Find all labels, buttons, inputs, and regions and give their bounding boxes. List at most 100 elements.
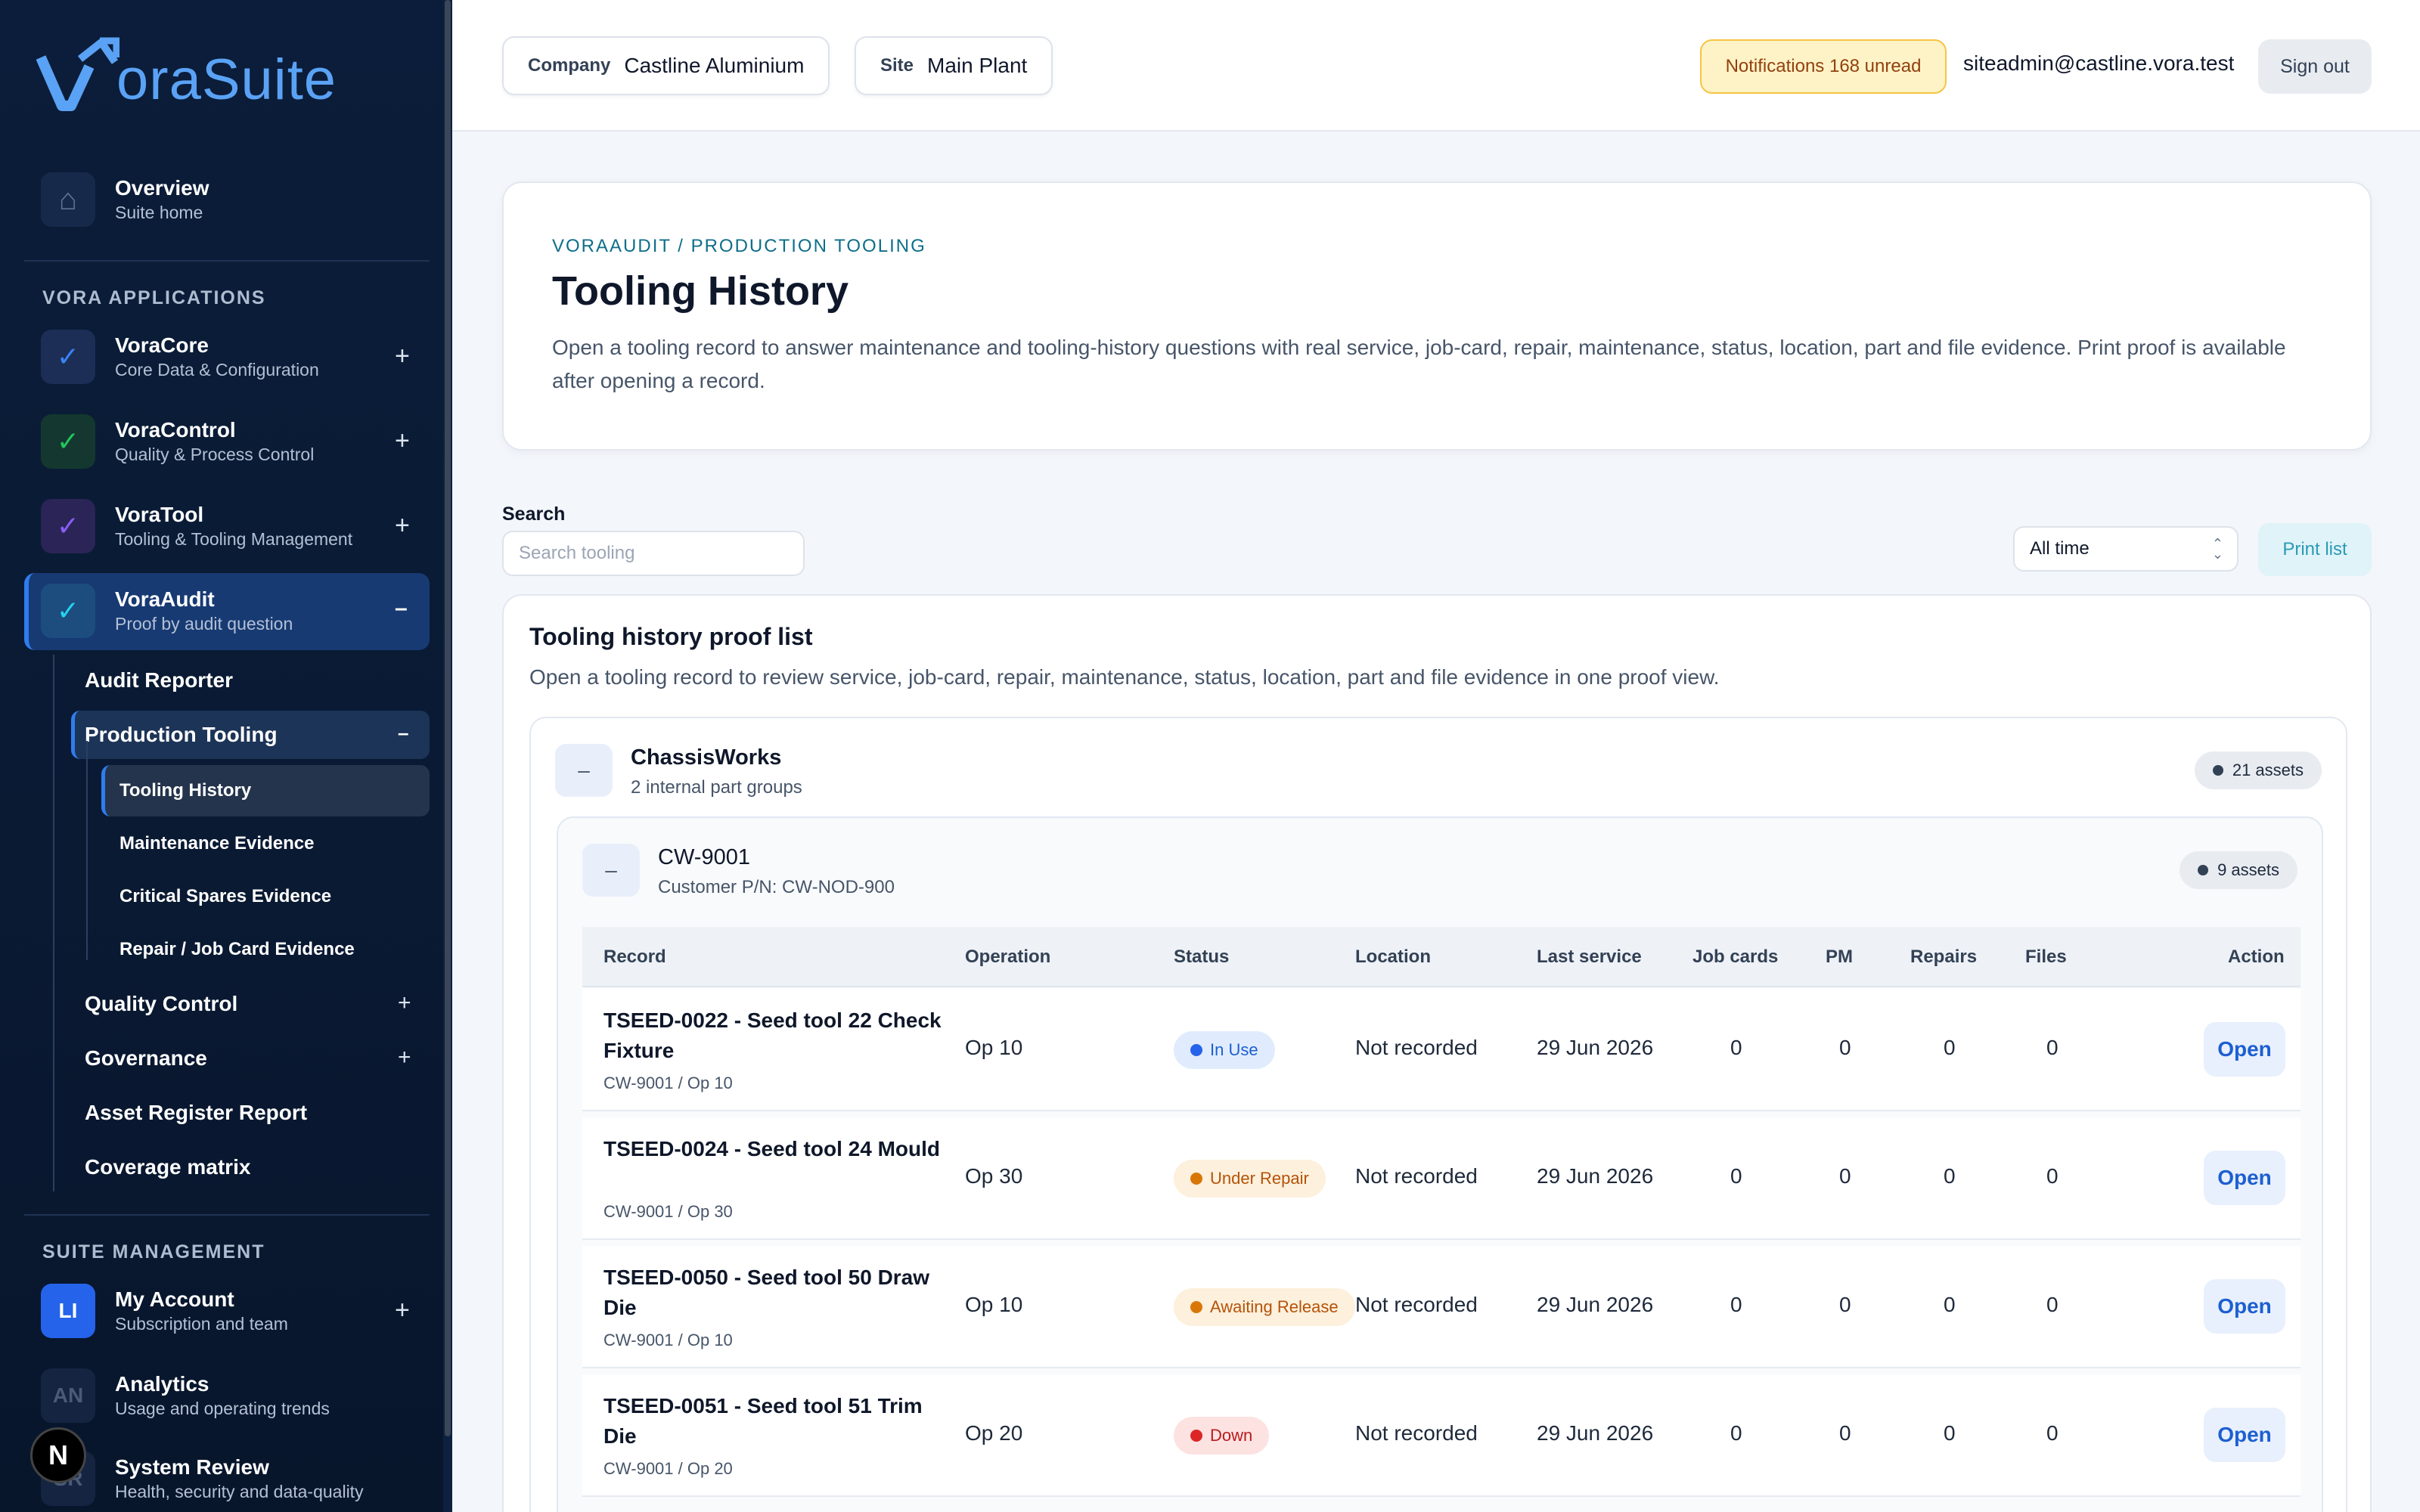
operation-cell: Op 30 — [965, 1164, 1023, 1188]
sidebar-item-production-tooling[interactable]: Production Tooling — [85, 723, 278, 747]
sidebar-scrollbar-thumb[interactable] — [445, 0, 451, 1436]
table-row[interactable]: TSEED-0050 - Seed tool 50 Draw Die CW-900… — [582, 1246, 2301, 1368]
expand-voratool-icon[interactable]: + — [395, 511, 410, 541]
sidebar-item-critical-spares-evidence[interactable]: Critical Spares Evidence — [119, 886, 331, 907]
sign-out-button[interactable]: Sign out — [2258, 39, 2372, 94]
col-repairs[interactable]: Repairs — [1910, 947, 1977, 968]
status-dot-icon — [1190, 1044, 1202, 1056]
open-record-button[interactable]: Open — [2204, 1279, 2285, 1334]
group-subtitle: 2 internal part groups — [631, 777, 802, 798]
company-selector[interactable]: Company Castline Aluminium — [502, 36, 830, 95]
time-range-select[interactable]: All time ⌃ ⌄ — [2013, 526, 2238, 572]
col-last-service[interactable]: Last service — [1537, 947, 1642, 968]
proof-list-card: Tooling history proof list Open a toolin… — [502, 594, 2372, 1512]
col-location[interactable]: Location — [1355, 947, 1431, 968]
open-record-button[interactable]: Open — [2204, 1022, 2285, 1077]
subtree-line-inner — [86, 741, 88, 960]
group-name: ChassisWorks — [631, 745, 782, 770]
notifications-badge[interactable]: Notifications 168 unread — [1700, 39, 1947, 94]
sidebar-item-voracontrol[interactable]: ✓ VoraControl Quality & Process Control — [41, 414, 314, 469]
voraaudit-title: VoraAudit — [115, 587, 215, 611]
sidebar-item-analytics[interactable]: AN Analytics Usage and operating trends — [41, 1368, 330, 1423]
expand-voracore-icon[interactable]: + — [395, 342, 410, 371]
record-title[interactable]: TSEED-0024 - Seed tool 24 Mould — [603, 1134, 959, 1164]
collapse-production-tooling-icon[interactable]: – — [398, 721, 408, 745]
last-service-cell: 29 Jun 2026 — [1537, 1421, 1654, 1445]
site-value: Main Plant — [927, 54, 1028, 77]
open-record-button[interactable]: Open — [2204, 1151, 2285, 1205]
last-service-cell: 29 Jun 2026 — [1537, 1036, 1654, 1059]
expand-voracontrol-icon[interactable]: + — [395, 426, 410, 456]
open-record-button[interactable]: Open — [2204, 1408, 2285, 1462]
proof-list-description: Open a tooling record to review service,… — [529, 665, 1720, 689]
sidebar-item-voraaudit[interactable]: ✓ VoraAudit Proof by audit question — [41, 584, 293, 638]
sidebar-item-repair-job-card-evidence[interactable]: Repair / Job Card Evidence — [119, 939, 355, 960]
sidebar-item-asset-register-report[interactable]: Asset Register Report — [85, 1101, 307, 1125]
sidebar-scrollbar[interactable] — [443, 0, 452, 1512]
repairs-cell: 0 — [1944, 1164, 1956, 1188]
analytics-avatar: AN — [41, 1368, 95, 1423]
sidebar-item-governance[interactable]: Governance — [85, 1046, 207, 1070]
record-title[interactable]: TSEED-0050 - Seed tool 50 Draw Die — [603, 1263, 959, 1323]
record-subtitle: CW-9001 / Op 30 — [603, 1202, 733, 1221]
col-pm[interactable]: PM — [1826, 947, 1853, 968]
collapse-voraaudit-icon[interactable]: – — [395, 596, 408, 621]
check-icon: ✓ — [41, 414, 95, 469]
my-account-avatar: LI — [41, 1284, 95, 1338]
col-status[interactable]: Status — [1174, 947, 1229, 968]
collapse-part-toggle[interactable]: – — [582, 844, 640, 897]
expand-governance-icon[interactable]: + — [398, 1045, 411, 1070]
sidebar-item-maintenance-evidence[interactable]: Maintenance Evidence — [119, 833, 314, 854]
vorasuite-logo[interactable]: oraSuite — [36, 36, 337, 112]
sidebar-item-quality-control[interactable]: Quality Control — [85, 992, 237, 1016]
site-selector[interactable]: Site Main Plant — [855, 36, 1053, 95]
sidebar-item-audit-reporter[interactable]: Audit Reporter — [85, 668, 233, 692]
sidebar-item-system-review[interactable]: SR System Review Health, security and da… — [41, 1452, 364, 1506]
voracore-subtitle: Core Data & Configuration — [115, 359, 319, 380]
time-range-value: All time — [2030, 538, 2090, 559]
files-cell: 0 — [2046, 1421, 2059, 1445]
part-asset-count: 9 assets — [2217, 860, 2279, 879]
overview-subtitle: Suite home — [115, 202, 203, 222]
repairs-cell: 0 — [1944, 1036, 1956, 1059]
location-cell: Not recorded — [1355, 1293, 1478, 1316]
voracore-title: VoraCore — [115, 333, 209, 357]
col-files[interactable]: Files — [2025, 947, 2067, 968]
select-caret-icon: ⌃ ⌄ — [2211, 536, 2223, 562]
breadcrumb: VORAAUDIT / PRODUCTION TOOLING — [552, 236, 926, 256]
table-row[interactable]: TSEED-0022 - Seed tool 22 Check Fixture C… — [582, 989, 2301, 1111]
expand-my-account-icon[interactable]: + — [395, 1296, 410, 1325]
col-record[interactable]: Record — [603, 947, 666, 968]
record-title[interactable]: TSEED-0051 - Seed tool 51 Trim Die — [603, 1391, 959, 1452]
sidebar-item-voratool[interactable]: ✓ VoraTool Tooling & Tooling Management — [41, 499, 352, 553]
my-account-title: My Account — [115, 1287, 234, 1311]
col-operation[interactable]: Operation — [965, 947, 1050, 968]
table-row[interactable]: TSEED-0051 - Seed tool 51 Trim Die CW-900… — [582, 1374, 2301, 1497]
print-list-button[interactable]: Print list — [2258, 523, 2372, 576]
sidebar-divider — [24, 260, 430, 262]
col-job-cards[interactable]: Job cards — [1692, 947, 1778, 968]
location-cell: Not recorded — [1355, 1164, 1478, 1188]
sidebar-item-my-account[interactable]: LI My Account Subscription and team — [41, 1284, 288, 1338]
sidebar-item-overview[interactable]: ⌂ Overview Suite home — [41, 172, 209, 227]
system-review-title: System Review — [115, 1455, 269, 1479]
job-cards-cell: 0 — [1730, 1421, 1742, 1445]
search-input[interactable] — [502, 531, 805, 576]
n-badge-icon[interactable]: N — [30, 1427, 86, 1483]
table-row[interactable]: TSEED-0024 - Seed tool 24 Mould CW-9001 /… — [582, 1117, 2301, 1240]
sidebar-item-tooling-history[interactable]: Tooling History — [119, 780, 251, 801]
page-header-card: VORAAUDIT / PRODUCTION TOOLING Tooling H… — [502, 181, 2372, 451]
last-service-cell: 29 Jun 2026 — [1537, 1164, 1654, 1188]
sidebar-item-coverage-matrix[interactable]: Coverage matrix — [85, 1155, 250, 1179]
collapse-group-toggle[interactable]: – — [555, 744, 613, 797]
status-text: Down — [1210, 1426, 1253, 1445]
expand-quality-control-icon[interactable]: + — [398, 990, 411, 1016]
record-title[interactable]: TSEED-0022 - Seed tool 22 Check Fixture — [603, 1005, 959, 1066]
voracontrol-subtitle: Quality & Process Control — [115, 444, 315, 464]
voratool-title: VoraTool — [115, 502, 204, 526]
sidebar-item-voracore[interactable]: ✓ VoraCore Core Data & Configuration — [41, 330, 319, 384]
status-text: In Use — [1210, 1040, 1258, 1059]
job-cards-cell: 0 — [1730, 1036, 1742, 1059]
last-service-cell: 29 Jun 2026 — [1537, 1293, 1654, 1316]
status-dot-icon — [1190, 1301, 1202, 1313]
